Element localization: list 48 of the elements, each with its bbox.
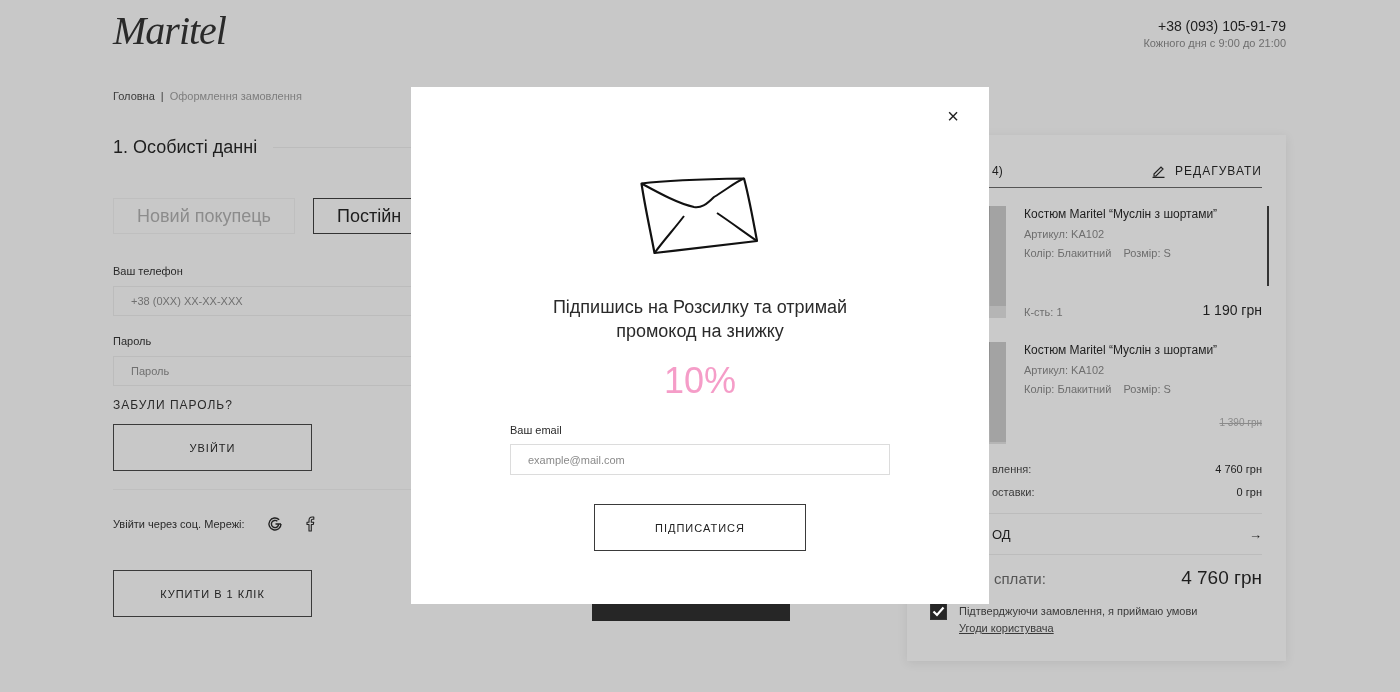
section-title: 1. Особисті данні [113, 136, 258, 158]
buy-one-click-button[interactable]: КУПИТИ В 1 КЛІК [113, 570, 312, 617]
edit-link[interactable]: РЕДАГУВАТИ [1152, 164, 1262, 178]
forgot-password-link[interactable]: ЗАБУЛИ ПАРОЛЬ? [113, 398, 412, 412]
breadcrumb-link[interactable]: Головна [113, 88, 155, 104]
product-article: Артикул: KA102 [1024, 227, 1106, 241]
product-color: Колір: Блакитний [1024, 382, 1112, 396]
summary-label: оставки: [992, 485, 1035, 498]
email-field[interactable]: example@mail.com [510, 444, 890, 475]
cart-count: 4) [992, 164, 1003, 178]
phone-number: +38 (093) 105-91-79 [1156, 17, 1286, 35]
working-hours: Кожного дня с 9:00 до 21:00 [1143, 37, 1286, 49]
envelope-icon [639, 177, 761, 257]
discount-value: 10% [663, 361, 737, 401]
summary-value: 0 грн [1236, 485, 1262, 498]
subscribe-button[interactable]: ПІДПИСАТИСЯ [594, 504, 806, 551]
terms-link[interactable]: Угоди користувача [959, 622, 1054, 634]
summary-label: влення: [992, 462, 1032, 475]
email-label: Ваш email [510, 423, 563, 437]
edit-label[interactable]: РЕДАГУВАТИ [1175, 164, 1262, 178]
field-label: Пароль [113, 334, 153, 348]
pencil-icon [1152, 164, 1166, 178]
product-size: Розмір: S [1123, 382, 1171, 396]
product-color: Колір: Блакитний [1024, 246, 1112, 260]
summary-value: 4 760 грн [1215, 462, 1262, 475]
input-field[interactable]: +38 (0XX) XX-XX-XXX [113, 286, 412, 316]
old-price: 1 390 грн [1219, 417, 1262, 428]
product-title[interactable]: Костюм Maritel “Муслін з шортами” [1024, 206, 1262, 222]
agreement-text: Підтверджуючи замовлення, я приймаю умови Угоди користувача [959, 604, 1199, 636]
arrow-icon[interactable]: → [1249, 526, 1262, 542]
field-label: Ваш телефон [113, 264, 184, 278]
google-icon[interactable] [266, 516, 283, 532]
input-field[interactable]: Пароль [113, 356, 412, 386]
product-price: 1 190 грн [1202, 302, 1262, 318]
product-article: Артикул: KA102 [1024, 363, 1106, 377]
total-value: 4 760 грн [1181, 567, 1262, 589]
logo[interactable]: Maritel [113, 8, 226, 54]
promo-label[interactable]: ОД [992, 526, 1011, 542]
product-title[interactable]: Костюм Maritel “Муслін з шортами” [1024, 342, 1262, 358]
dialog-title: Підпишись на Розсилку та отримай промокод на знижку [551, 296, 849, 343]
product-quantity: К-сть: 1 [1024, 306, 1063, 318]
close-button[interactable]: × [945, 105, 961, 127]
login-button[interactable]: УВІЙТИ [113, 424, 312, 471]
breadcrumb-separator: | [160, 89, 164, 104]
product-size: Розмір: S [1123, 246, 1171, 260]
total-label: сплати: [993, 569, 1046, 587]
facebook-icon[interactable] [304, 516, 315, 532]
social-login-label: Увійти через соц. Мережі: [113, 518, 245, 530]
